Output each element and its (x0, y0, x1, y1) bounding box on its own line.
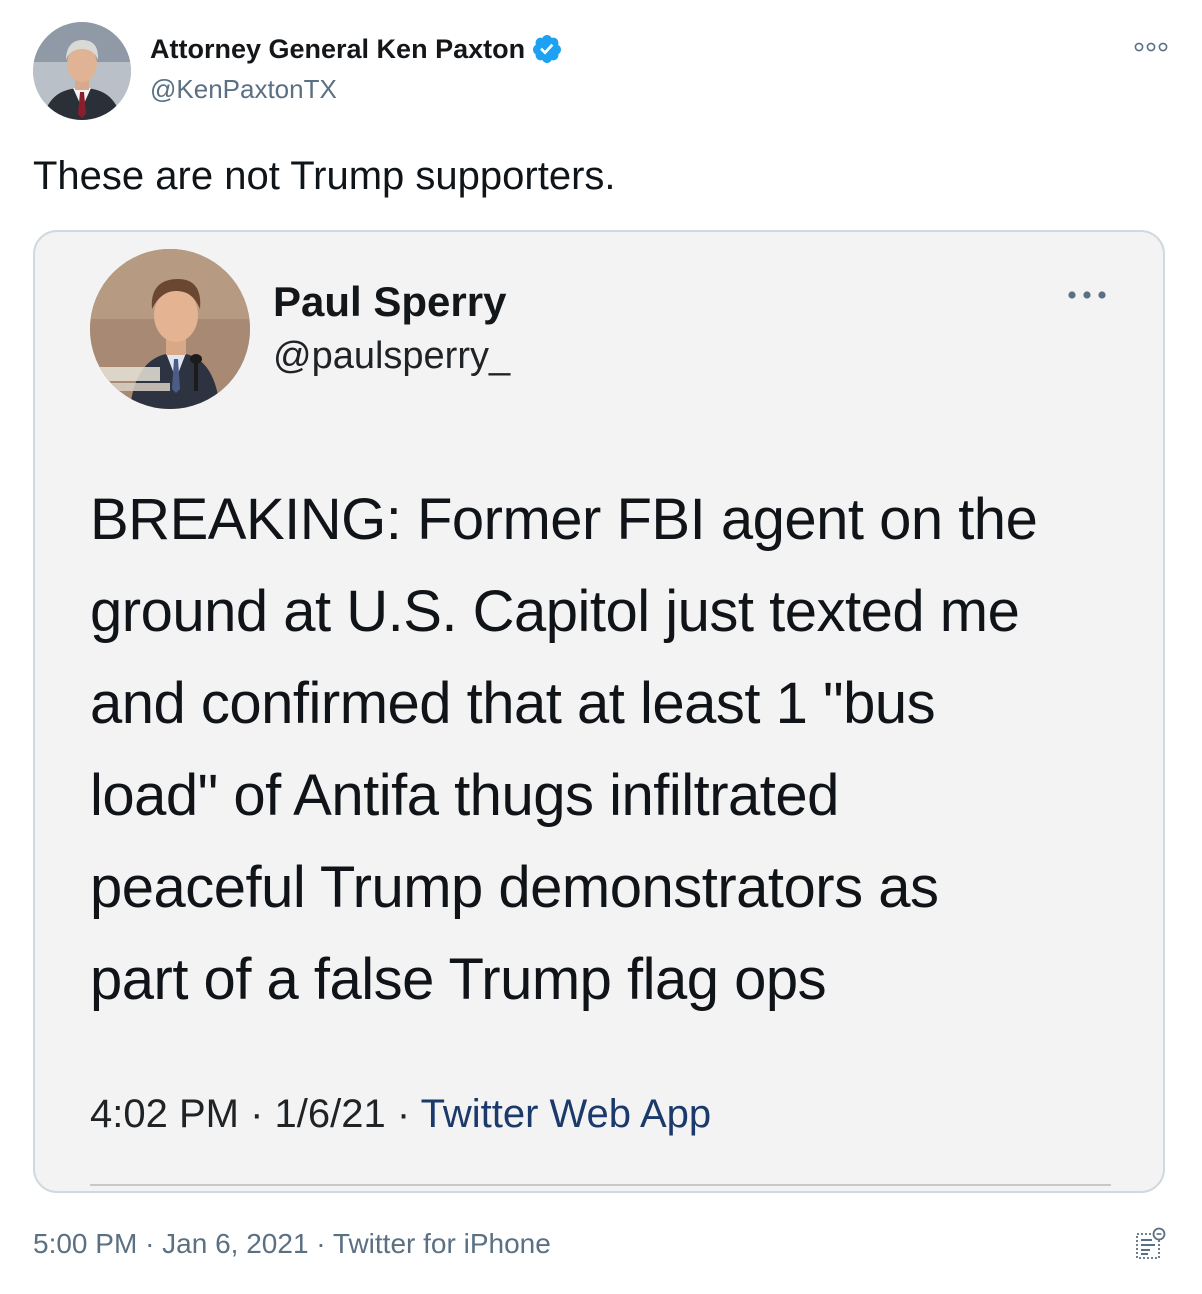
author-name-text: Attorney General Ken Paxton (150, 33, 526, 64)
quoted-tweet-meta: 4:02 PM · 1/6/21 · Twitter Web App (90, 1092, 711, 1137)
divider (90, 1184, 1111, 1186)
more-options-icon (1068, 291, 1106, 299)
quoted-text-line: peaceful Trump demonstrators as (90, 855, 939, 920)
analytics-icon (1136, 1227, 1166, 1259)
separator: · (250, 1092, 264, 1136)
tweet-source-app[interactable]: Twitter for iPhone (333, 1228, 551, 1259)
attached-image[interactable]: Paul Sperry @paulsperry_ BREAKING: Forme… (33, 230, 1165, 1193)
quoted-text-line: part of a false Trump flag ops (90, 947, 827, 1012)
quoted-date: 1/6/21 (274, 1092, 386, 1136)
tweet-meta: 5:00 PM · Jan 6, 2021 · Twitter for iPho… (33, 1228, 551, 1260)
quoted-author-avatar (90, 249, 250, 409)
tweet-text: These are not Trump supporters. (33, 154, 616, 198)
quoted-author-name: Paul Sperry (273, 278, 507, 325)
tweet-date[interactable]: Jan 6, 2021 (162, 1228, 308, 1259)
separator: · (145, 1228, 155, 1259)
author-avatar[interactable] (33, 22, 131, 120)
more-options-icon (1134, 42, 1168, 52)
quoted-text-line: ground at U.S. Capitol just texted me (90, 579, 1020, 644)
quoted-source-app: Twitter Web App (420, 1092, 712, 1136)
profile-photo-icon (90, 249, 250, 409)
separator: · (396, 1092, 411, 1136)
quoted-text-line: load" of Antifa thugs infiltrated (90, 763, 839, 828)
quoted-tweet-text: BREAKING: Former FBI agent on the ground… (90, 474, 1140, 1026)
analytics-button[interactable] (1134, 1226, 1166, 1262)
tweet: Attorney General Ken Paxton @KenPaxtonTX… (0, 0, 1202, 1294)
quoted-time: 4:02 PM (90, 1092, 239, 1136)
more-options-button[interactable] (1134, 40, 1168, 54)
author-name[interactable]: Attorney General Ken Paxton (150, 33, 563, 65)
quoted-text-line: and confirmed that at least 1 "bus (90, 671, 936, 736)
profile-photo-icon (33, 22, 131, 120)
verified-badge-icon (531, 33, 563, 65)
quoted-text-line: BREAKING: Former FBI agent on the (90, 487, 1038, 552)
separator: · (316, 1228, 326, 1259)
quoted-more-options (1067, 290, 1107, 300)
quoted-author-handle: @paulsperry_ (273, 335, 511, 377)
author-handle[interactable]: @KenPaxtonTX (150, 74, 337, 105)
tweet-time[interactable]: 5:00 PM (33, 1228, 137, 1259)
